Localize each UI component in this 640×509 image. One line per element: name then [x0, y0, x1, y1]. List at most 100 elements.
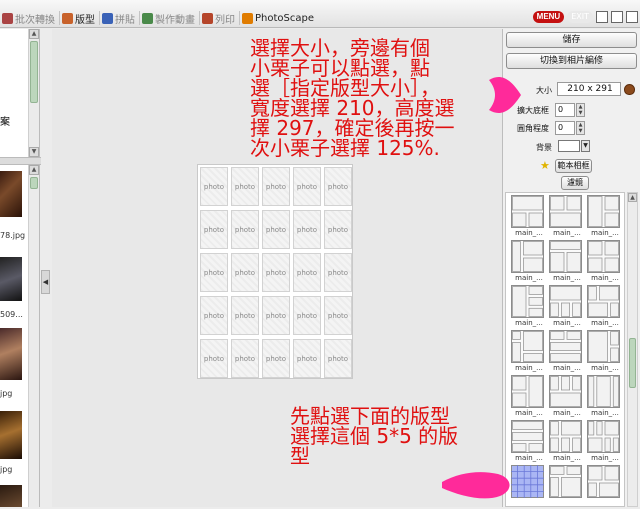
- photo-slot[interactable]: photo: [231, 296, 259, 335]
- template-thumbnail[interactable]: main_...: [549, 375, 585, 419]
- template-name: main_...: [515, 319, 543, 327]
- file-thumbnail-pane[interactable]: 78.jpg 509... jpg jpg ▲: [0, 165, 40, 507]
- chevron-down-icon[interactable]: ▼: [581, 140, 590, 152]
- template-preview-icon: [549, 375, 582, 408]
- tab-4[interactable]: 列印: [200, 10, 239, 26]
- template-thumbnail[interactable]: main_...: [511, 195, 547, 239]
- photo-slot[interactable]: photo: [324, 253, 352, 292]
- template-thumbnail[interactable]: main_...: [587, 330, 623, 374]
- photo-slot[interactable]: photo: [293, 296, 321, 335]
- photo-slot[interactable]: photo: [231, 339, 259, 378]
- template-name: main_...: [553, 364, 581, 372]
- photo-slot[interactable]: photo: [200, 296, 228, 335]
- scroll-thumb[interactable]: [30, 177, 38, 189]
- background-color-swatch[interactable]: [558, 140, 580, 152]
- photo-slot[interactable]: photo: [200, 253, 228, 292]
- photo-thumbnail[interactable]: [0, 257, 22, 301]
- sample-frame-button[interactable]: 範本相框: [555, 159, 592, 173]
- grid-icon[interactable]: [611, 11, 623, 23]
- tab-1[interactable]: 版型: [60, 10, 99, 26]
- template-thumbnail[interactable]: main_...: [587, 285, 623, 329]
- photo-slot[interactable]: photo: [293, 339, 321, 378]
- background-label: 背景: [536, 143, 552, 152]
- template-thumbnail[interactable]: main_...: [549, 195, 585, 239]
- layout-page[interactable]: photo photo photo photo photo photo photo photo…: [197, 164, 353, 379]
- tab-label: 列印: [215, 14, 235, 26]
- template-name: main_...: [515, 364, 543, 372]
- folder-label[interactable]: 案: [0, 113, 10, 128]
- window-icon[interactable]: [596, 11, 608, 23]
- template-thumbnail[interactable]: main_...: [549, 420, 585, 464]
- template-thumbnail[interactable]: main_...: [587, 240, 623, 284]
- photo-slot[interactable]: photo: [262, 167, 290, 206]
- photo-thumbnail[interactable]: [0, 328, 22, 380]
- menu-button[interactable]: MENU: [532, 11, 565, 23]
- template-thumbnail[interactable]: main_...: [511, 420, 547, 464]
- help-icon[interactable]: [626, 11, 638, 23]
- template-5x5-grid[interactable]: [511, 465, 547, 509]
- photo-slot[interactable]: photo: [200, 339, 228, 378]
- photo-thumbnail[interactable]: [0, 411, 22, 459]
- photo-slot[interactable]: photo: [262, 339, 290, 378]
- tab-3[interactable]: 製作動畫: [140, 10, 199, 26]
- photo-slot[interactable]: photo: [262, 253, 290, 292]
- photo-slot[interactable]: photo: [293, 253, 321, 292]
- template-thumbnail[interactable]: main_...: [587, 195, 623, 239]
- template-thumbnail[interactable]: main_...: [587, 420, 623, 464]
- chestnut-size-picker-icon[interactable]: [624, 84, 635, 95]
- photo-slot[interactable]: photo: [293, 167, 321, 206]
- folder-tree-pane[interactable]: 案 ▲ ▼: [0, 29, 40, 157]
- template-preview-icon: [549, 240, 582, 273]
- template-thumbnail[interactable]: [587, 465, 623, 509]
- template-gallery-scrollbar[interactable]: ▲: [627, 192, 638, 507]
- template-thumbnail[interactable]: main_...: [511, 330, 547, 374]
- pane-splitter[interactable]: [0, 157, 41, 165]
- filter-button[interactable]: 濾鏡: [561, 176, 589, 190]
- photo-slot[interactable]: photo: [324, 210, 352, 249]
- photo-thumbnail[interactable]: [0, 171, 22, 217]
- scroll-thumb[interactable]: [629, 338, 636, 388]
- photo-slot[interactable]: photo: [293, 210, 321, 249]
- template-thumbnail[interactable]: main_...: [587, 375, 623, 419]
- exit-button[interactable]: EXIT: [567, 11, 593, 23]
- template-name: main_...: [591, 274, 619, 282]
- photo-slot[interactable]: photo: [324, 339, 352, 378]
- scroll-up-arrow-icon[interactable]: ▲: [628, 193, 637, 202]
- template-thumbnail[interactable]: main_...: [549, 285, 585, 329]
- photo-slot[interactable]: photo: [200, 167, 228, 206]
- photo-slot[interactable]: photo: [324, 296, 352, 335]
- margin-input[interactable]: 0: [555, 103, 575, 117]
- tab-5[interactable]: PhotoScape: [240, 10, 318, 26]
- folder-tree-scrollbar[interactable]: ▲ ▼: [28, 29, 39, 157]
- collapse-left-pane-button[interactable]: ◀: [41, 270, 50, 294]
- template-thumbnail[interactable]: main_...: [511, 240, 547, 284]
- photo-slot[interactable]: photo: [231, 210, 259, 249]
- template-thumbnail[interactable]: main_...: [549, 240, 585, 284]
- pink-arrow-icon: [489, 76, 521, 114]
- corner-spinner[interactable]: ▲ ▼: [576, 121, 585, 135]
- scroll-thumb[interactable]: [30, 41, 38, 103]
- switch-to-editor-button[interactable]: 切換到相片編修: [506, 53, 637, 69]
- scroll-up-arrow-icon[interactable]: ▲: [29, 165, 39, 175]
- photo-slot[interactable]: photo: [231, 167, 259, 206]
- template-preview-icon: [511, 375, 544, 408]
- template-thumbnail[interactable]: main_...: [511, 375, 547, 419]
- photo-slot[interactable]: photo: [262, 210, 290, 249]
- photo-slot[interactable]: photo: [200, 210, 228, 249]
- save-button[interactable]: 儲存: [506, 32, 637, 48]
- scroll-up-arrow-icon[interactable]: ▲: [29, 29, 39, 39]
- photo-slot[interactable]: photo: [231, 253, 259, 292]
- tab-2[interactable]: 拼貼: [100, 10, 139, 26]
- photo-slot[interactable]: photo: [262, 296, 290, 335]
- photo-slot[interactable]: photo: [324, 167, 352, 206]
- margin-spinner[interactable]: ▲ ▼: [576, 103, 585, 117]
- template-thumbnail[interactable]: main_...: [549, 330, 585, 374]
- template-thumbnail[interactable]: main_...: [511, 285, 547, 329]
- tab-0[interactable]: 批次轉換: [0, 10, 59, 26]
- template-name: main_...: [515, 274, 543, 282]
- scroll-down-arrow-icon[interactable]: ▼: [29, 147, 39, 157]
- file-pane-scrollbar[interactable]: ▲: [28, 165, 39, 507]
- photo-thumbnail[interactable]: [0, 485, 22, 507]
- corner-input[interactable]: 0: [555, 121, 575, 135]
- template-thumbnail[interactable]: [549, 465, 585, 509]
